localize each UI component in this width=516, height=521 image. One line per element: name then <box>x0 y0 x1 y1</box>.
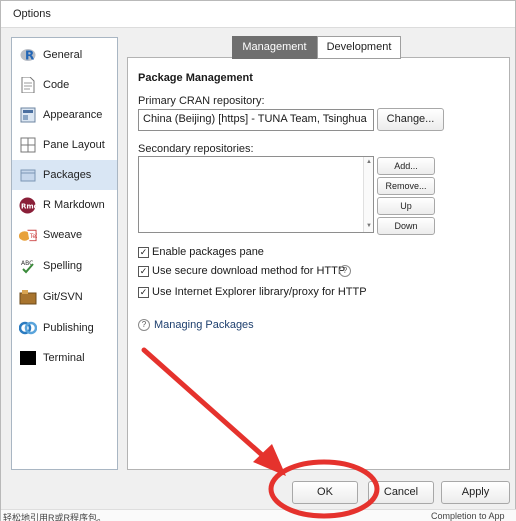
managing-packages-link[interactable]: Managing Packages <box>154 319 254 331</box>
checkbox-label: Use secure download method for HTTP <box>152 265 346 277</box>
help-icon: ? <box>138 319 150 331</box>
background-text-right: Completion to App <box>431 511 505 521</box>
r-logo-icon: R <box>18 46 37 65</box>
title-bar: Options <box>1 1 515 28</box>
ie-proxy-checkbox[interactable]: ✓ <box>138 287 149 298</box>
background-window-strip: 轻松地引用R或R程序包。 Completion to App <box>1 509 516 521</box>
sidebar-item-packages[interactable]: Packages <box>12 160 117 190</box>
sweave-icon: TeX <box>18 226 37 245</box>
section-title: Package Management <box>138 72 253 84</box>
packages-icon <box>18 166 37 185</box>
sidebar-item-label: Pane Layout <box>43 139 105 151</box>
sidebar-item-label: Spelling <box>43 260 83 272</box>
move-down-button[interactable]: Down <box>377 217 435 235</box>
svg-text:Rmd: Rmd <box>21 202 36 210</box>
sidebar-item-terminal[interactable]: Terminal <box>12 343 117 373</box>
remove-repo-button[interactable]: Remove... <box>377 177 435 195</box>
publishing-icon <box>18 319 37 338</box>
sidebar-item-label: Appearance <box>43 109 103 121</box>
options-sidebar: R General Code Appearance Pane Layout Pa… <box>11 37 118 470</box>
svg-text:TeX: TeX <box>29 234 37 240</box>
sidebar-item-sweave[interactable]: TeX Sweave <box>12 220 117 250</box>
sidebar-item-r-markdown[interactable]: Rmd R Markdown <box>12 190 117 220</box>
sidebar-item-general[interactable]: R General <box>12 40 117 70</box>
sidebar-item-label: Git/SVN <box>43 291 83 303</box>
sidebar-item-label: Code <box>43 79 70 91</box>
sidebar-item-spelling[interactable]: ABC Spelling <box>12 251 117 281</box>
tab-management[interactable]: Management <box>232 36 317 59</box>
move-up-button[interactable]: Up <box>377 197 435 215</box>
add-repo-button[interactable]: Add... <box>377 157 435 175</box>
cran-repo-field[interactable]: China (Beijing) [https] - TUNA Team, Tsi… <box>138 109 374 131</box>
options-dialog: Options R General Code Appearance Pane L <box>0 0 516 521</box>
sidebar-item-label: General <box>43 49 83 61</box>
appearance-icon <box>18 106 37 125</box>
sidebar-item-label: Packages <box>43 169 92 181</box>
sidebar-item-label: R Markdown <box>43 199 105 211</box>
checkbox-label: Use Internet Explorer library/proxy for … <box>152 286 367 298</box>
code-icon <box>18 76 37 95</box>
sidebar-item-publishing[interactable]: Publishing <box>12 313 117 343</box>
repo-list-scrollbar[interactable]: ▲ ▼ <box>363 157 373 232</box>
scroll-up-icon[interactable]: ▲ <box>365 159 373 165</box>
rmd-icon: Rmd <box>18 196 37 215</box>
background-text-left: 轻松地引用R或R程序包。 <box>3 513 106 521</box>
sidebar-item-pane-layout[interactable]: Pane Layout <box>12 130 117 160</box>
svg-text:R: R <box>25 49 34 63</box>
secondary-repos-label: Secondary repositories: <box>138 143 254 155</box>
help-icon[interactable]: ? <box>339 265 351 277</box>
enable-packages-pane-checkbox[interactable]: ✓ <box>138 247 149 258</box>
tab-development[interactable]: Development <box>317 36 401 59</box>
change-button[interactable]: Change... <box>377 108 444 131</box>
sidebar-item-git-svn[interactable]: Git/SVN <box>12 282 117 312</box>
secure-download-checkbox[interactable]: ✓ <box>138 266 149 277</box>
checkbox-label: Enable packages pane <box>152 246 264 258</box>
apply-button[interactable]: Apply <box>441 481 510 504</box>
sidebar-item-code[interactable]: Code <box>12 70 117 100</box>
git-icon <box>18 288 37 307</box>
pane-layout-icon <box>18 136 37 155</box>
sidebar-item-appearance[interactable]: Appearance <box>12 100 117 130</box>
ok-button[interactable]: OK <box>292 481 358 504</box>
cran-repo-label: Primary CRAN repository: <box>138 95 265 107</box>
window-title: Options <box>13 8 51 20</box>
sidebar-item-label: Sweave <box>43 229 83 241</box>
sidebar-item-label: Publishing <box>43 322 94 334</box>
sidebar-item-label: Terminal <box>43 352 85 364</box>
scroll-down-icon[interactable]: ▼ <box>365 223 373 229</box>
terminal-icon <box>18 349 37 368</box>
secondary-repos-list[interactable]: ▲ ▼ <box>138 156 374 233</box>
cancel-button[interactable]: Cancel <box>368 481 434 504</box>
spelling-icon: ABC <box>18 257 37 276</box>
